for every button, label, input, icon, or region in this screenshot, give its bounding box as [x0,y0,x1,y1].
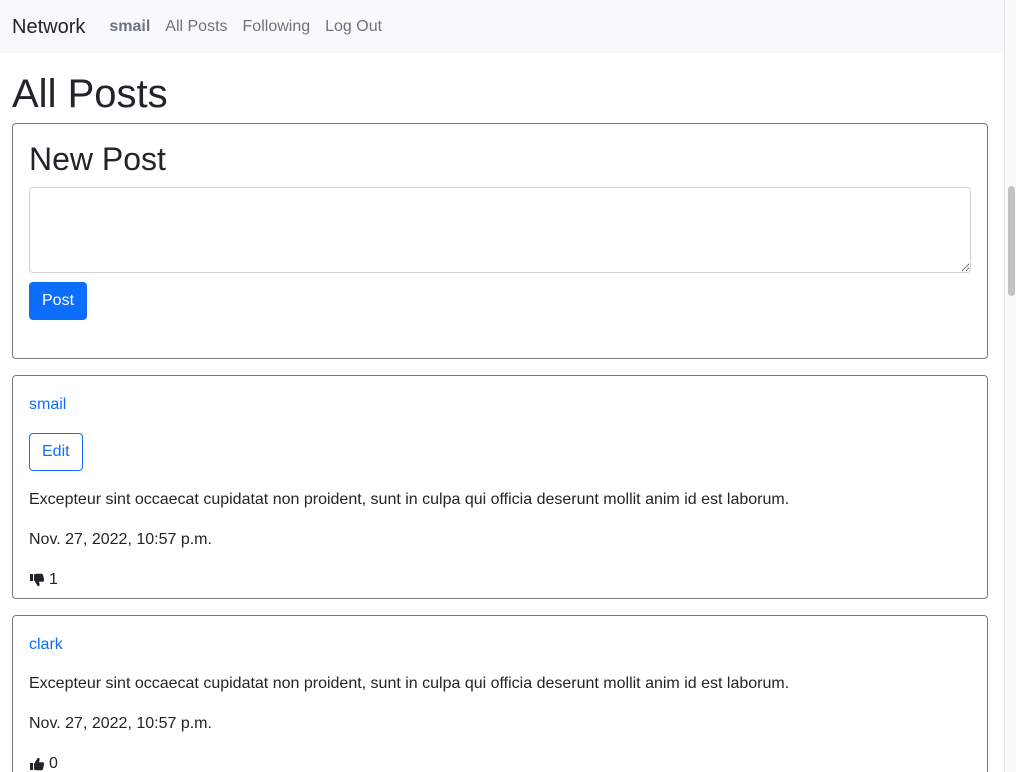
post-timestamp: Nov. 27, 2022, 10:57 p.m. [29,715,212,732]
thumbs-down-icon[interactable] [29,572,45,588]
new-post-title: New Post [29,141,166,177]
post-submit-button[interactable]: Post [29,282,88,321]
browser-viewport: Network smail All Posts Following Log Ou… [0,0,1016,772]
nav-links: smail All Posts Following Log Out [109,18,382,35]
post-card: clark Excepteur sint occaecat cupidatat … [12,615,988,772]
page: Network smail All Posts Following Log Ou… [0,0,1004,772]
nav-following-link[interactable]: Following [243,18,311,35]
post-username-link[interactable]: clark [29,634,971,656]
page-title: All Posts [12,72,168,116]
new-post-textarea[interactable] [29,187,971,274]
main-content: All Posts New Post Post smail Edit Excep… [0,73,1004,772]
likes-count: 1 [49,571,58,588]
nav-all-posts-link[interactable]: All Posts [165,18,227,35]
post-likes: 0 [29,753,971,772]
likes-count: 0 [49,755,58,772]
brand-link[interactable]: Network [12,17,85,37]
post-likes: 1 [29,569,971,591]
new-post-card: New Post Post [12,123,988,359]
post-timestamp: Nov. 27, 2022, 10:57 p.m. [29,531,212,548]
nav-profile-link[interactable]: smail [109,18,150,35]
post-content: Excepteur sint occaecat cupidatat non pr… [29,491,790,508]
navbar: Network smail All Posts Following Log Ou… [0,0,1004,53]
post-username-link[interactable]: smail [29,394,971,416]
scrollbar-thumb[interactable] [1008,186,1015,296]
edit-post-button[interactable]: Edit [29,433,83,471]
post-card: smail Edit Excepteur sint occaecat cupid… [12,375,988,599]
nav-logout-link[interactable]: Log Out [325,18,382,35]
post-content: Excepteur sint occaecat cupidatat non pr… [29,675,790,692]
thumbs-up-icon[interactable] [29,756,45,772]
vertical-scrollbar[interactable] [1004,0,1016,772]
